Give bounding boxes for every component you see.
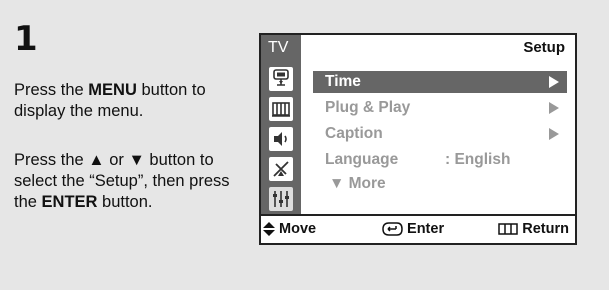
footer-return: Return [498, 216, 569, 243]
menu-item-plug-and-play[interactable]: Plug & Play [313, 97, 567, 119]
footer-return-label: Return [522, 221, 569, 237]
sound-icon[interactable] [269, 127, 293, 151]
menu-item-time[interactable]: Time [313, 71, 567, 93]
menu-item-language[interactable]: Language : English [313, 149, 567, 171]
osd-footer: Move Enter Return [261, 214, 575, 243]
osd-sidebar [261, 61, 301, 214]
footer-move-label: Move [279, 221, 317, 237]
instruction-select: Press the ▲ or ▼ button to select the “S… [14, 150, 254, 213]
instruction-menu: Press the MENU button to display the men… [14, 80, 254, 122]
menu-item-label: Caption [325, 125, 383, 142]
down-arrow-icon: ▼ [128, 151, 145, 169]
footer-enter: Enter [381, 216, 444, 243]
instruction-text: button. [97, 193, 153, 211]
menu-item-label: Language [325, 151, 399, 168]
arrow-right-icon [549, 102, 559, 114]
instruction-text: Press the [14, 81, 89, 99]
footer-enter-label: Enter [407, 221, 445, 237]
menu-keyword: MENU [88, 81, 137, 99]
arrow-right-icon [549, 76, 559, 88]
instruction-text: or [104, 151, 129, 169]
up-down-arrows-icon [263, 222, 275, 237]
tv-label: TV [261, 35, 301, 61]
return-icon [498, 223, 518, 235]
menu-item-label: Plug & Play [325, 99, 411, 116]
osd-menu: Time Plug & Play Caption Language : Engl… [301, 61, 575, 214]
arrow-right-icon [549, 128, 559, 140]
menu-item-caption[interactable]: Caption [313, 123, 567, 145]
channel-icon[interactable] [269, 97, 293, 121]
language-value: : English [445, 151, 511, 168]
up-arrow-icon: ▲ [88, 151, 105, 169]
enter-keyword: ENTER [41, 193, 98, 211]
osd-header: TV Setup [261, 35, 575, 61]
setup-icon[interactable] [269, 187, 293, 211]
instruction-text: Press the [14, 151, 89, 169]
more-item[interactable]: ▼ More [329, 175, 386, 193]
menu-item-label: Time [325, 73, 361, 90]
tv-osd-panel: TV Setup Time Plug & Play Caption Langua… [259, 33, 577, 245]
osd-title: Setup [523, 39, 565, 56]
footer-move: Move [263, 216, 316, 243]
picture-icon[interactable] [269, 67, 293, 91]
enter-icon [382, 222, 403, 236]
antenna-icon[interactable] [269, 157, 293, 181]
step-number: 1 [14, 19, 38, 59]
